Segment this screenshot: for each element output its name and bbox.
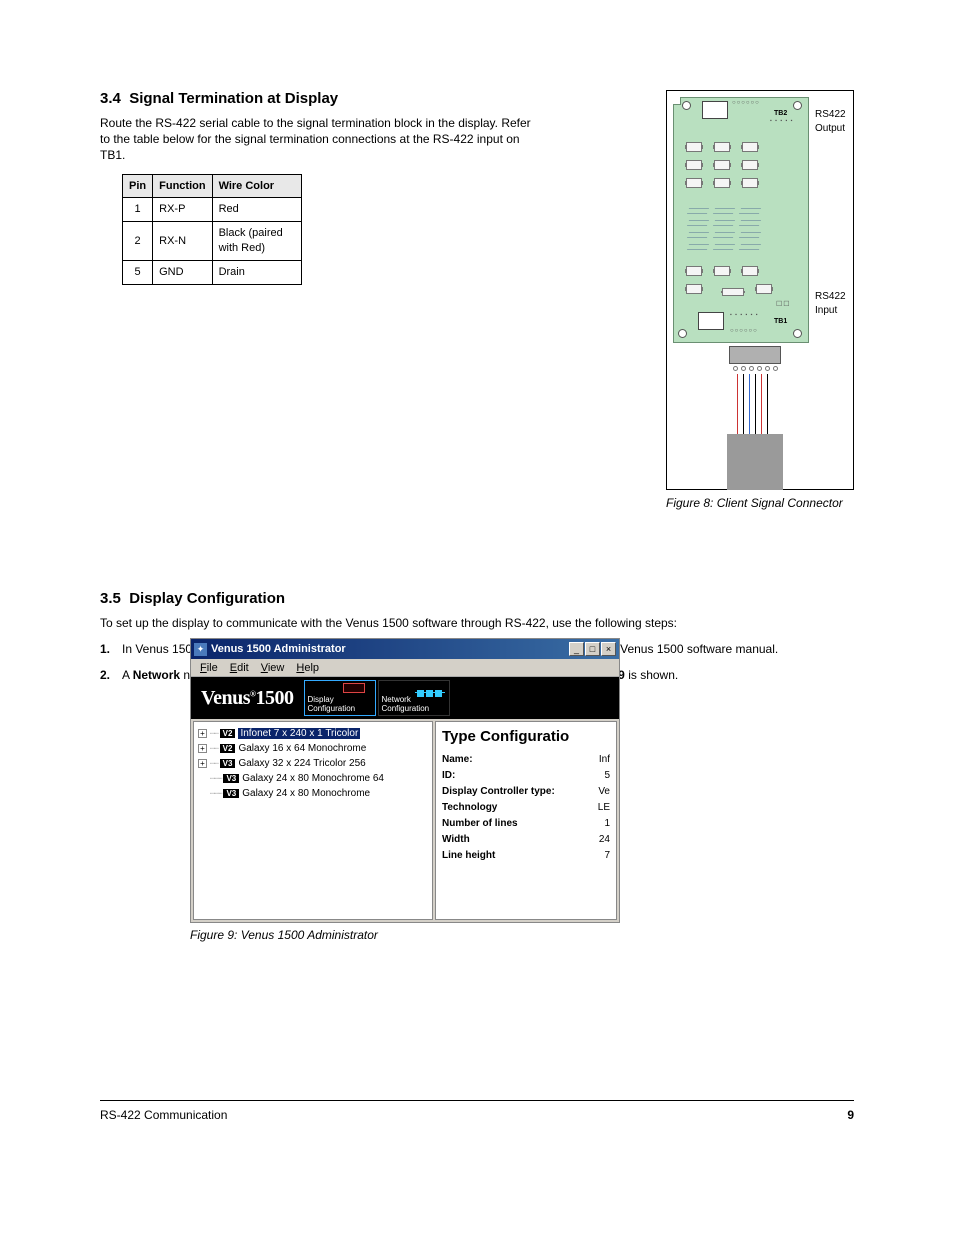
display-config-button[interactable]: Display Configuration xyxy=(304,680,376,716)
section-para: Route the RS-422 serial cable to the sig… xyxy=(100,115,540,164)
prop-row: Number of lines1 xyxy=(442,815,610,831)
prop-row: TechnologyLE xyxy=(442,799,610,815)
logo: Venus®1500 xyxy=(191,687,304,710)
close-button[interactable]: × xyxy=(601,642,616,656)
footer-divider xyxy=(100,1100,854,1101)
screenshot-window: ✦ Venus 1500 Administrator _ □ × File Ed… xyxy=(190,638,620,923)
menu-help[interactable]: Help xyxy=(291,661,324,675)
prop-row: Display Controller type:Ve xyxy=(442,783,610,799)
section-heading: 3.5 Display Configuration xyxy=(100,590,854,607)
section-para: To set up the display to communicate wit… xyxy=(100,615,854,631)
maximize-button[interactable]: □ xyxy=(585,642,600,656)
table-row: 2RX-NBlack (paired with Red) xyxy=(123,222,302,261)
table-row: 5GNDDrain xyxy=(123,260,302,284)
prop-row: Line height7 xyxy=(442,847,610,863)
network-config-button[interactable]: Network Configuration xyxy=(378,680,450,716)
prop-row: Name:Inf xyxy=(442,751,610,767)
footer-left: RS-422 Communication xyxy=(100,1108,227,1122)
window-titlebar[interactable]: ✦ Venus 1500 Administrator _ □ × xyxy=(191,639,619,659)
tree-item[interactable]: ┈┈┈V3Galaxy 24 x 80 Monochrome xyxy=(198,786,428,801)
menu-bar: File Edit View Help xyxy=(191,659,619,677)
figure-caption: Figure 9: Venus 1500 Administrator xyxy=(190,928,378,942)
section-heading: 3.4 Signal Termination at Display xyxy=(100,90,540,107)
tree-item[interactable]: ┈┈┈V3Galaxy 24 x 80 Monochrome 64 xyxy=(198,771,428,786)
panel-title: Type Configuratio xyxy=(442,728,610,745)
prop-row: Width24 xyxy=(442,831,610,847)
tree-item[interactable]: +┈┈V2Galaxy 16 x 64 Monochrome xyxy=(198,741,428,756)
tree-item[interactable]: +┈┈V2Infonet 7 x 240 x 1 Tricolor xyxy=(198,726,428,741)
properties-panel: Type Configuratio Name:Inf ID:5 Display … xyxy=(435,721,617,920)
wiring-table: Pin Function Wire Color 1RX-PRed 2RX-NBl… xyxy=(122,174,302,285)
minimize-button[interactable]: _ xyxy=(569,642,584,656)
prop-row: ID:5 xyxy=(442,767,610,783)
footer-page-number: 9 xyxy=(847,1108,854,1122)
menu-file[interactable]: File xyxy=(195,661,223,675)
figure-caption: Figure 8: Client Signal Connector xyxy=(666,496,854,510)
app-icon: ✦ xyxy=(194,643,207,656)
tree-view[interactable]: +┈┈V2Infonet 7 x 240 x 1 Tricolor +┈┈V2G… xyxy=(193,721,433,920)
menu-view[interactable]: View xyxy=(256,661,290,675)
menu-edit[interactable]: Edit xyxy=(225,661,254,675)
toolbar: Venus®1500 Display Configuration Network… xyxy=(191,677,619,719)
table-row: 1RX-PRed xyxy=(123,198,302,222)
tree-item[interactable]: +┈┈V3Galaxy 32 x 224 Tricolor 256 xyxy=(198,756,428,771)
circuit-board-figure: ○○○○○○ TB2 ▪ ▪ ▪ ▪ ▪ ▪ ▪ ▪ ▪ ▪ ▪ TB1 xyxy=(666,90,854,490)
